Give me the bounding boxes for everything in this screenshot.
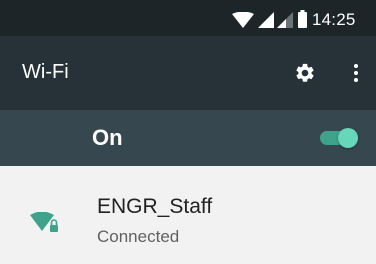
network-list: ENGR_Staff Connected [0, 166, 376, 264]
settings-button[interactable] [289, 57, 321, 89]
app-bar: Wi-Fi [0, 36, 376, 110]
network-status: Connected [97, 227, 180, 246]
list-item[interactable]: ENGR_Staff Connected [0, 166, 376, 264]
wifi-signal-icon [232, 12, 254, 28]
toggle-thumb [338, 128, 358, 148]
gear-icon [296, 63, 314, 82]
status-time: 14:25 [312, 10, 356, 29]
page-title: Wi-Fi [22, 61, 69, 83]
cell-signal-weak-icon [277, 12, 293, 28]
wifi-switch-label: On [92, 125, 123, 150]
wifi-locked-icon [30, 212, 58, 232]
network-name: ENGR_Staff [97, 195, 213, 218]
wifi-toggle[interactable] [318, 126, 360, 150]
wifi-settings-screen: 14:25 Wi-Fi On ENGR_Staff Connected [0, 0, 376, 264]
cell-signal-icon [258, 12, 274, 28]
battery-icon [298, 10, 307, 28]
wifi-master-switch-bar[interactable]: On [0, 110, 376, 166]
overflow-menu-button[interactable] [341, 57, 371, 89]
overflow-menu-icon [354, 64, 358, 68]
status-bar: 14:25 [0, 0, 376, 36]
